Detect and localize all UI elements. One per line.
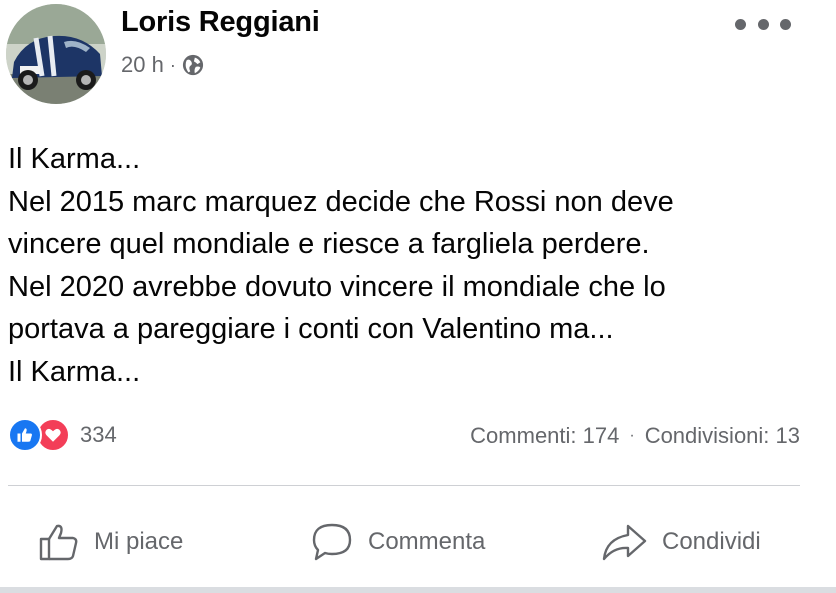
share-label: Condividi <box>662 528 761 555</box>
stats-separator: · <box>629 427 635 444</box>
post-meta: 20 h · <box>121 52 204 78</box>
post-text-line: portava a pareggiare i conti con Valenti… <box>8 313 614 345</box>
more-options-icon[interactable] <box>735 12 791 36</box>
post-text-line: Il Karma... <box>8 143 141 175</box>
share-arrow-icon <box>602 524 647 561</box>
car-photo-icon <box>6 4 106 104</box>
author-name[interactable]: Loris Reggiani <box>121 6 320 39</box>
post-text-line: Il Karma... <box>8 355 141 388</box>
like-icon <box>8 418 42 452</box>
post-body: Il Karma... Nel 2015 marc marquez decide… <box>8 138 818 393</box>
thumbs-up-icon <box>39 524 78 561</box>
shares-count[interactable]: Condivisioni: 13 <box>645 423 800 449</box>
comment-label: Commenta <box>368 528 486 555</box>
globe-icon <box>182 54 203 76</box>
reaction-count: 334 <box>80 422 117 447</box>
like-button[interactable]: Mi piace <box>38 516 183 568</box>
post-stats: Commenti: 174 · Condivisioni: 13 <box>470 423 800 449</box>
post-text-line: Nel 2015 marc marquez decide che Rossi n… <box>8 185 674 218</box>
post-text-line: Nel 2020 avrebbe dovuto vincere il mondi… <box>8 270 666 303</box>
comments-count[interactable]: Commenti: 174 <box>470 423 619 449</box>
divider <box>8 485 800 486</box>
post-bottom-border <box>0 587 836 593</box>
share-button[interactable]: Condividi <box>600 516 761 568</box>
reactions-summary[interactable]: 334 <box>8 418 117 452</box>
comment-icon <box>312 523 352 561</box>
post-text-line: vincere quel mondiale e riesce a farglie… <box>8 228 650 260</box>
post-timestamp[interactable]: 20 h <box>121 52 164 78</box>
like-label: Mi piace <box>94 528 184 555</box>
author-avatar[interactable] <box>6 4 106 104</box>
facebook-post: Loris Reggiani 20 h · Il Karma... Nel 20… <box>0 0 836 593</box>
meta-separator: · <box>169 54 176 75</box>
comment-button[interactable]: Commenta <box>310 516 485 568</box>
